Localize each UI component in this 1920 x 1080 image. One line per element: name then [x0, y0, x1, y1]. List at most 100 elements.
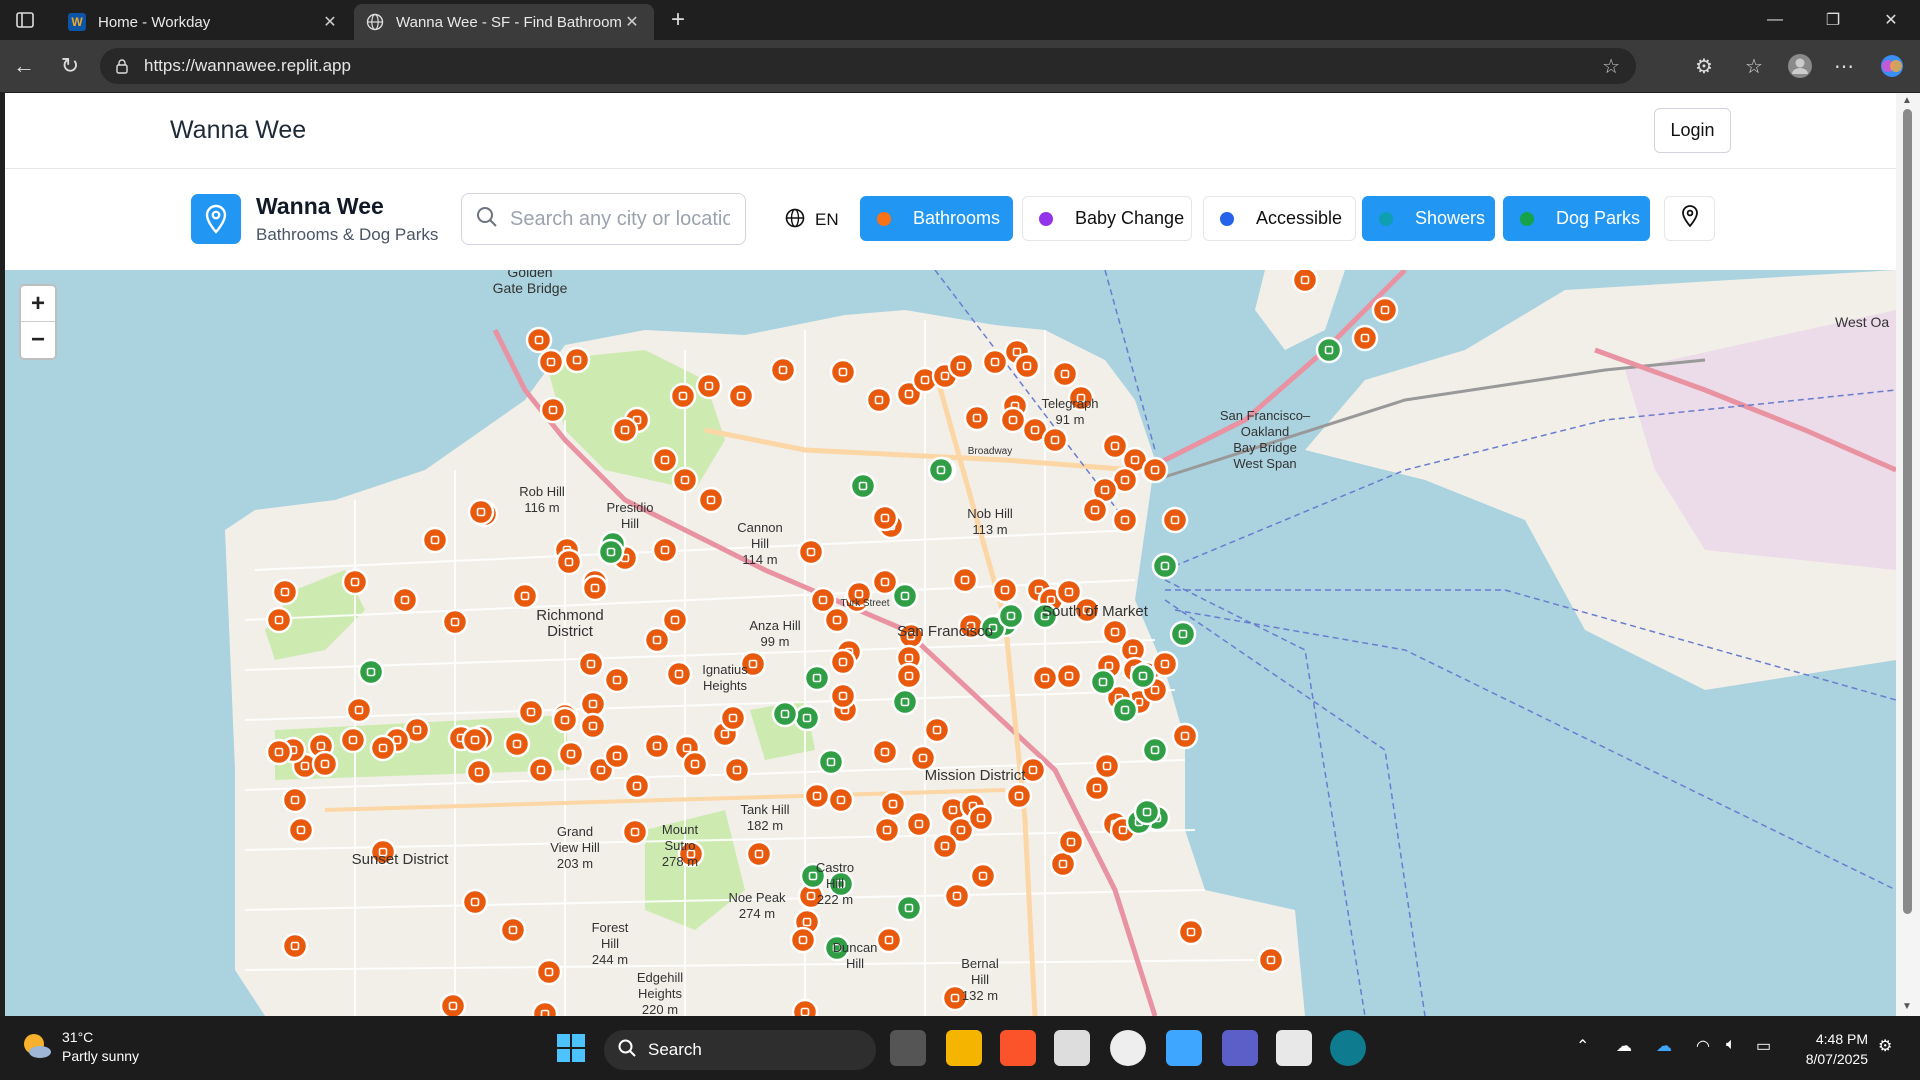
dog-park-marker[interactable]: [1111, 696, 1139, 724]
dog-park-marker[interactable]: [1133, 798, 1161, 826]
map-canvas[interactable]: + − Golden Gate Bridge Rob Hill 116 m Pr…: [5, 270, 1896, 1016]
bathroom-marker[interactable]: [923, 716, 951, 744]
dog-park-marker[interactable]: [1089, 668, 1117, 696]
bathroom-marker[interactable]: [1291, 270, 1319, 294]
location-search[interactable]: [461, 193, 746, 245]
tab-workday[interactable]: W Home - Workday ✕: [56, 4, 352, 40]
back-icon[interactable]: ←: [8, 50, 40, 82]
filter-bathrooms[interactable]: Bathrooms: [860, 196, 1013, 241]
bathroom-marker[interactable]: [871, 738, 899, 766]
bathroom-marker[interactable]: [339, 726, 367, 754]
bathroom-marker[interactable]: [391, 586, 419, 614]
bathroom-marker[interactable]: [719, 704, 747, 732]
bathroom-marker[interactable]: [643, 626, 671, 654]
dog-park-marker[interactable]: [1315, 336, 1343, 364]
bathroom-marker[interactable]: [461, 726, 489, 754]
bathroom-marker[interactable]: [499, 916, 527, 944]
bathroom-marker[interactable]: [1031, 664, 1059, 692]
bathroom-marker[interactable]: [1005, 782, 1033, 810]
bathroom-marker[interactable]: [1111, 506, 1139, 534]
bathroom-marker[interactable]: [311, 750, 339, 778]
teams-icon[interactable]: [1222, 1030, 1258, 1066]
filter-dog-parks[interactable]: Dog Parks: [1503, 196, 1650, 241]
filter-baby-change[interactable]: Baby Change: [1022, 196, 1192, 241]
bathroom-marker[interactable]: [537, 348, 565, 376]
bathroom-marker[interactable]: [651, 446, 679, 474]
bathroom-marker[interactable]: [879, 790, 907, 818]
favorites-icon[interactable]: ☆: [1738, 50, 1770, 82]
dog-park-marker[interactable]: [817, 748, 845, 776]
dog-park-marker[interactable]: [597, 538, 625, 566]
close-window-icon[interactable]: ✕: [1864, 0, 1918, 40]
bathroom-marker[interactable]: [681, 750, 709, 778]
page-scrollbar[interactable]: ▲ ▼: [1896, 93, 1920, 1016]
bathroom-marker[interactable]: [1101, 618, 1129, 646]
bathroom-marker[interactable]: [651, 536, 679, 564]
dog-park-marker[interactable]: [891, 582, 919, 610]
bathroom-marker[interactable]: [803, 782, 831, 810]
taskbar-clock[interactable]: 4:48 PM 8/07/2025: [1780, 1029, 1868, 1069]
brave-browser-icon[interactable]: [1000, 1030, 1036, 1066]
bathroom-marker[interactable]: [1055, 578, 1083, 606]
bathroom-marker[interactable]: [827, 786, 855, 814]
bathroom-marker[interactable]: [535, 958, 563, 986]
dog-park-marker[interactable]: [895, 894, 923, 922]
bathroom-marker[interactable]: [1055, 662, 1083, 690]
bathroom-marker[interactable]: [265, 738, 293, 766]
refresh-icon[interactable]: ↻: [54, 50, 86, 82]
bathroom-marker[interactable]: [723, 756, 751, 784]
bathroom-marker[interactable]: [579, 690, 607, 718]
bathroom-marker[interactable]: [281, 932, 309, 960]
dog-park-marker[interactable]: [357, 658, 385, 686]
bathroom-marker[interactable]: [265, 606, 293, 634]
bathroom-marker[interactable]: [969, 862, 997, 890]
bathroom-marker[interactable]: [1257, 946, 1285, 974]
bathroom-marker[interactable]: [1177, 918, 1205, 946]
bathroom-marker[interactable]: [421, 526, 449, 554]
file-explorer-icon[interactable]: [946, 1030, 982, 1066]
bathroom-marker[interactable]: [467, 498, 495, 526]
bathroom-marker[interactable]: [943, 882, 971, 910]
site-info-icon[interactable]: [114, 58, 130, 74]
bathroom-marker[interactable]: [991, 576, 1019, 604]
bathroom-marker[interactable]: [661, 606, 689, 634]
profile-icon[interactable]: [1784, 50, 1816, 82]
onedrive-icon[interactable]: ☁: [1656, 1036, 1672, 1056]
bathroom-marker[interactable]: [369, 734, 397, 762]
bathroom-marker[interactable]: [1013, 352, 1041, 380]
bathroom-marker[interactable]: [895, 662, 923, 690]
bathroom-marker[interactable]: [669, 382, 697, 410]
bathroom-marker[interactable]: [623, 772, 651, 800]
zoom-out-button[interactable]: −: [21, 322, 55, 358]
vscode-icon[interactable]: [1166, 1030, 1202, 1066]
taskbar-search[interactable]: Search: [604, 1030, 876, 1070]
bathroom-marker[interactable]: [1049, 850, 1077, 878]
bathroom-marker[interactable]: [727, 382, 755, 410]
bathroom-marker[interactable]: [345, 696, 373, 724]
bathroom-marker[interactable]: [643, 732, 671, 760]
bathroom-marker[interactable]: [439, 992, 467, 1016]
windows-start-icon[interactable]: [556, 1033, 586, 1063]
favorite-star-icon[interactable]: ☆: [1602, 54, 1620, 79]
notifications-icon[interactable]: ⚙: [1878, 1036, 1892, 1056]
bathroom-marker[interactable]: [967, 804, 995, 832]
dog-park-marker[interactable]: [849, 472, 877, 500]
bathroom-marker[interactable]: [517, 698, 545, 726]
bathroom-marker[interactable]: [1057, 828, 1085, 856]
bathroom-marker[interactable]: [829, 648, 857, 676]
bathroom-marker[interactable]: [1351, 324, 1379, 352]
microsoft-store-icon[interactable]: [1054, 1030, 1090, 1066]
bathroom-marker[interactable]: [621, 818, 649, 846]
bathroom-marker[interactable]: [797, 538, 825, 566]
wifi-icon[interactable]: ◠: [1696, 1036, 1710, 1056]
bathroom-marker[interactable]: [905, 810, 933, 838]
bathroom-marker[interactable]: [1371, 296, 1399, 324]
bathroom-marker[interactable]: [951, 566, 979, 594]
bathroom-marker[interactable]: [503, 730, 531, 758]
bathroom-marker[interactable]: [271, 578, 299, 606]
bathroom-marker[interactable]: [511, 582, 539, 610]
tray-overflow-icon[interactable]: ⌃: [1576, 1036, 1589, 1056]
dog-park-marker[interactable]: [803, 664, 831, 692]
map-tiles[interactable]: [5, 270, 1896, 1016]
clock-app-icon[interactable]: [1110, 1030, 1146, 1066]
